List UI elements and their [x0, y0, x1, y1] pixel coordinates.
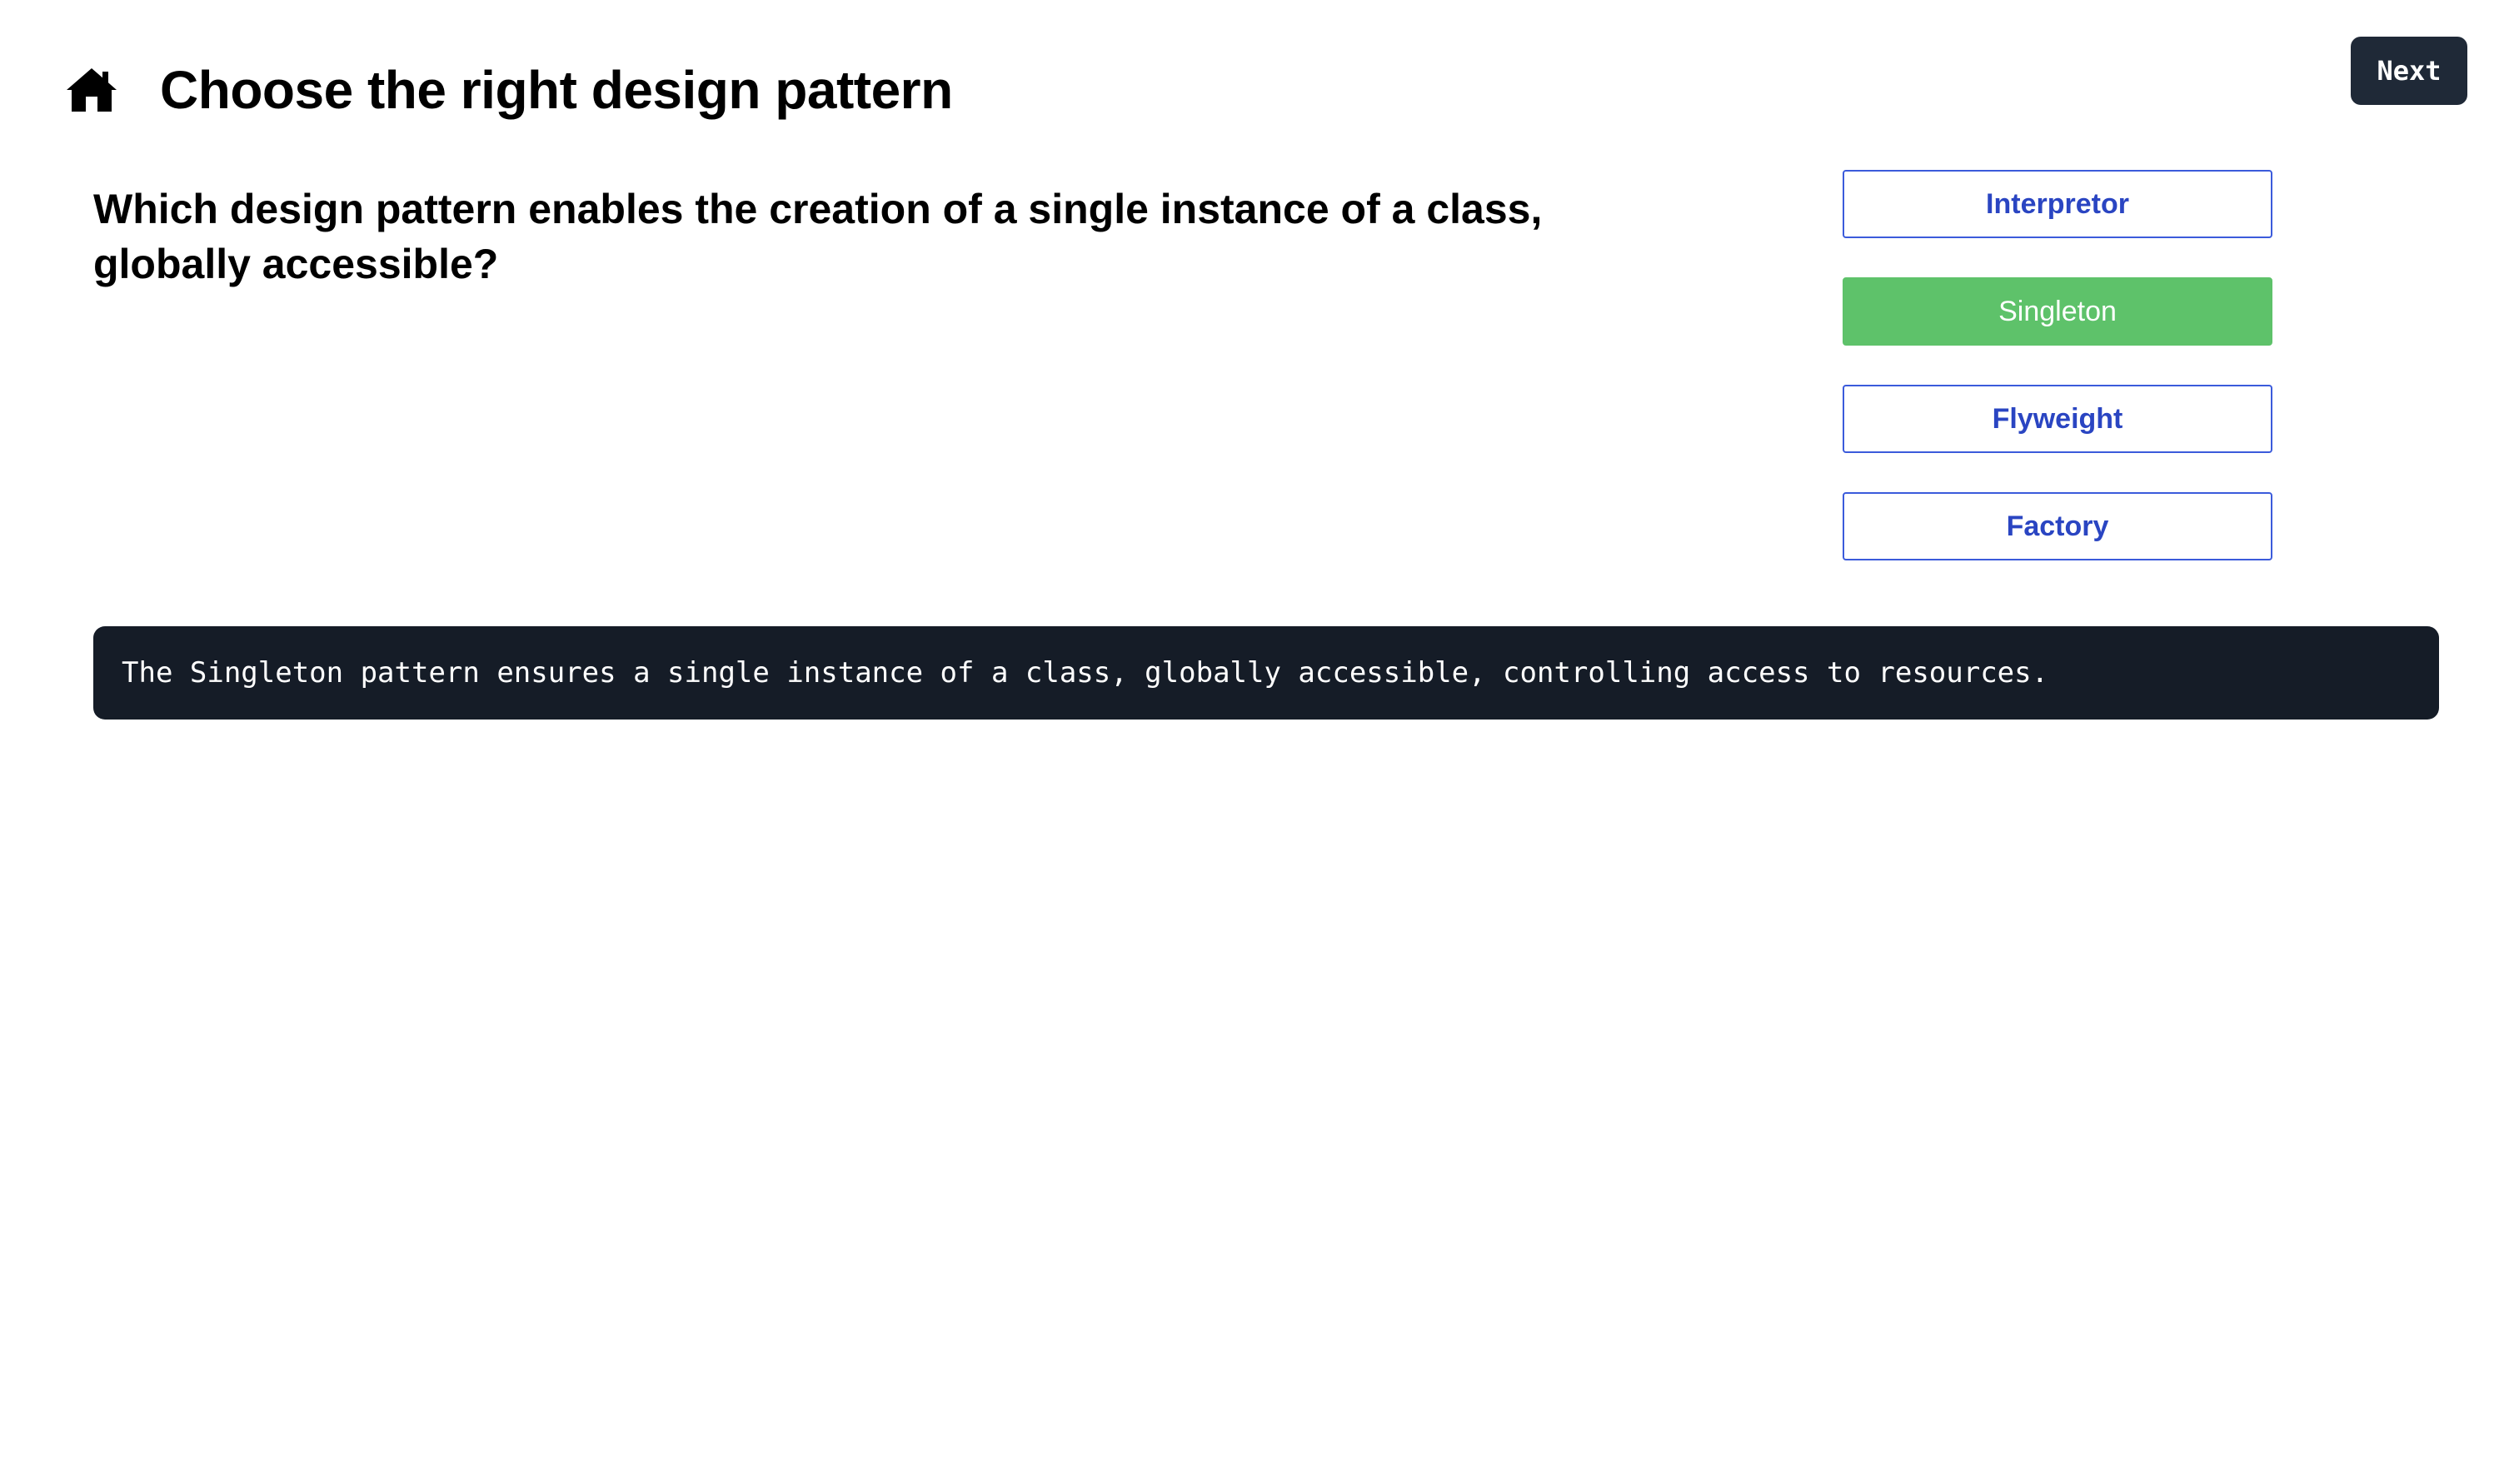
home-icon[interactable] — [65, 63, 118, 117]
option-factory[interactable]: Factory — [1843, 492, 2272, 560]
explanation-text: The Singleton pattern ensures a single i… — [122, 656, 2049, 690]
explanation-panel: The Singleton pattern ensures a single i… — [93, 626, 2439, 720]
page-title: Choose the right design pattern — [160, 60, 953, 120]
answer-options: Interpretor Singleton Flyweight Factory — [1843, 170, 2272, 600]
question-text: Which design pattern enables the creatio… — [93, 186, 1543, 287]
option-singleton[interactable]: Singleton — [1843, 277, 2272, 346]
option-interpretor[interactable]: Interpretor — [1843, 170, 2272, 238]
page-header: Choose the right design pattern — [65, 52, 953, 128]
option-flyweight[interactable]: Flyweight — [1843, 385, 2272, 453]
quiz-page: Choose the right design pattern Next Whi… — [0, 0, 2519, 1484]
next-button[interactable]: Next — [2351, 37, 2467, 105]
